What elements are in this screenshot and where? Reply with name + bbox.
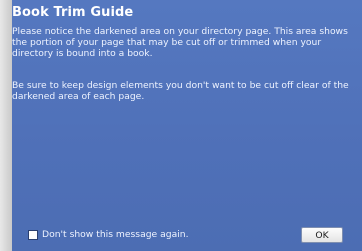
instruction-paragraph-1: Please notice the darkened area on your …	[12, 26, 348, 59]
book-trim-guide-dialog: Book Trim Guide Please notice the darken…	[12, 0, 362, 251]
dialog-title: Book Trim Guide	[12, 5, 134, 20]
dont-show-again-row[interactable]: Don't show this message again.	[28, 229, 189, 240]
window-left-edge	[0, 0, 12, 251]
instruction-paragraph-2: Be sure to keep design elements you don'…	[12, 80, 349, 102]
ok-button[interactable]: OK	[301, 227, 343, 243]
dont-show-again-label: Don't show this message again.	[42, 229, 189, 240]
dont-show-again-checkbox[interactable]	[28, 229, 38, 240]
